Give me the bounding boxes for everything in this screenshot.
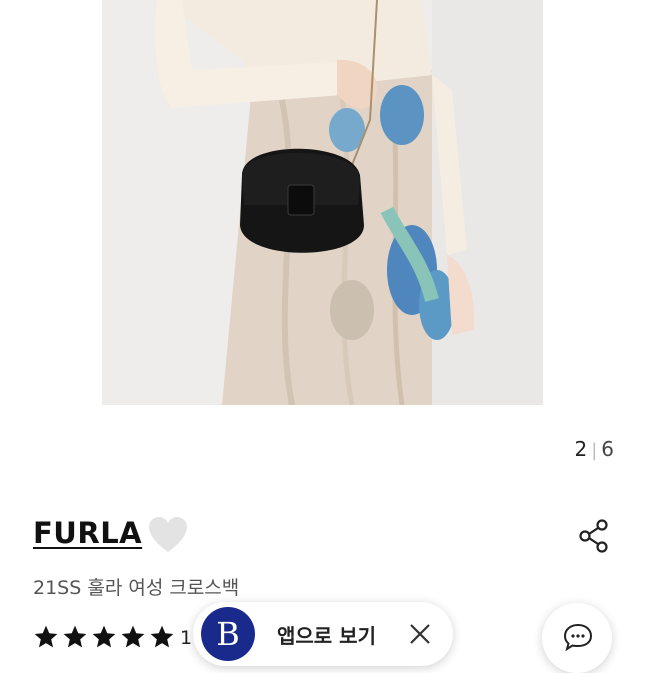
product-name: 21SS 훌라 여성 크로스백 [33,577,240,599]
star-icon [92,625,116,648]
pager-current: 2 [574,437,588,461]
heart-icon [149,517,187,552]
share-button[interactable] [578,519,610,553]
rating-stars [33,624,175,654]
chat-bubble-icon [563,623,593,651]
star-icon [150,625,174,648]
wishlist-button[interactable] [147,515,189,555]
share-icon [579,519,608,553]
image-pager: 2 | 6 [574,437,614,461]
open-in-app-label[interactable]: 앱으로 보기 [277,620,376,649]
open-in-app-banner[interactable]: B 앱으로 보기 [193,602,453,666]
pager-total: 6 [601,437,614,461]
star-icon [121,625,145,648]
brand-link[interactable]: FURLA [33,516,142,550]
app-logo: B [201,607,255,661]
close-icon[interactable] [409,623,431,645]
chat-button[interactable] [542,603,612,673]
star-icon [34,625,58,648]
pager-separator: | [591,440,598,461]
product-image[interactable] [102,0,543,405]
star-icon [63,625,87,648]
